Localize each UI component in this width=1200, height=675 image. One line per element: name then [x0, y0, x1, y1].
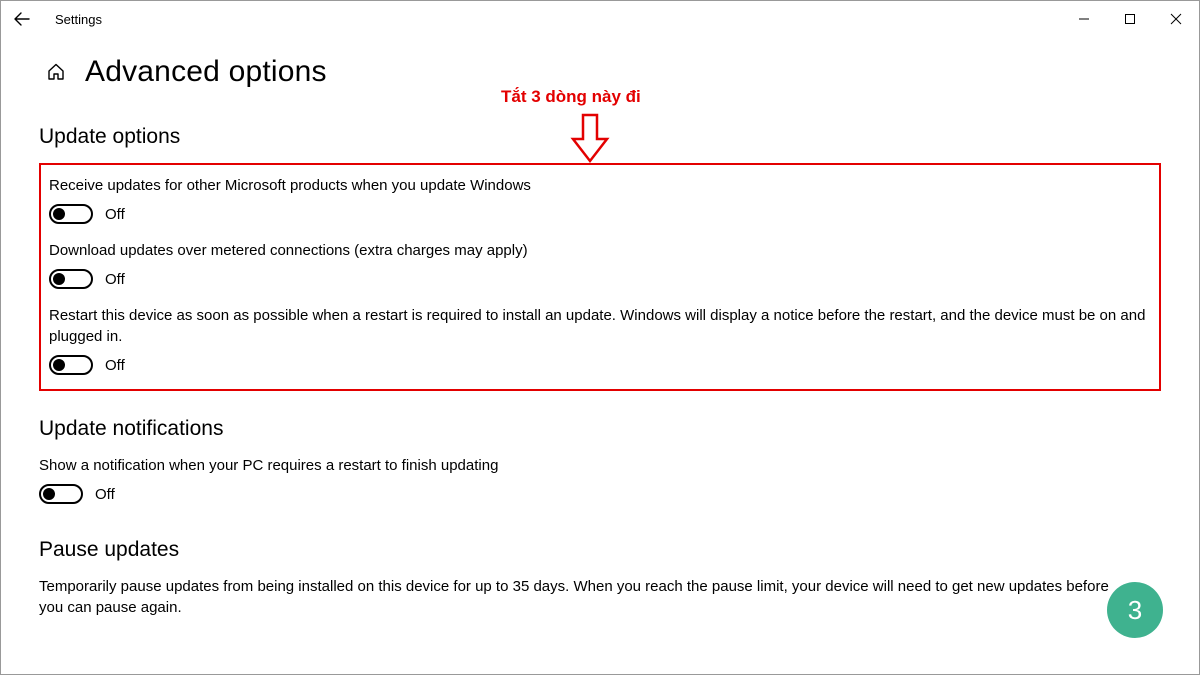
toggle-receive-updates[interactable]	[49, 204, 93, 224]
option-label: Receive updates for other Microsoft prod…	[49, 175, 1151, 196]
option-show-notification: Show a notification when your PC require…	[39, 455, 1161, 504]
page-title: Advanced options	[85, 55, 327, 89]
toggle-knob	[43, 488, 55, 500]
maximize-icon	[1124, 13, 1136, 25]
home-icon	[46, 62, 66, 82]
pause-updates-description: Temporarily pause updates from being ins…	[39, 576, 1129, 618]
option-restart-device: Restart this device as soon as possible …	[49, 305, 1151, 375]
content-area: Update options Receive updates for other…	[1, 125, 1199, 618]
annotation-arrow	[569, 113, 611, 170]
minimize-icon	[1078, 13, 1090, 25]
titlebar-left: Settings	[13, 10, 102, 28]
option-metered-connections: Download updates over metered connection…	[49, 240, 1151, 289]
toggle-knob	[53, 208, 65, 220]
window-title: Settings	[55, 12, 102, 27]
back-button[interactable]	[13, 10, 31, 28]
toggle-row: Off	[39, 484, 1161, 504]
option-label: Restart this device as soon as possible …	[49, 305, 1151, 347]
option-receive-updates: Receive updates for other Microsoft prod…	[49, 175, 1151, 224]
option-label: Download updates over metered connection…	[49, 240, 1151, 261]
option-label: Show a notification when your PC require…	[39, 455, 1161, 476]
toggle-state-label: Off	[105, 271, 125, 288]
toggle-restart-device[interactable]	[49, 355, 93, 375]
step-badge: 3	[1107, 582, 1163, 638]
close-icon	[1170, 13, 1182, 25]
toggle-row: Off	[49, 355, 1151, 375]
toggle-row: Off	[49, 269, 1151, 289]
toggle-show-notification[interactable]	[39, 484, 83, 504]
close-button[interactable]	[1153, 3, 1199, 35]
arrow-down-icon	[569, 113, 611, 165]
minimize-button[interactable]	[1061, 3, 1107, 35]
toggle-knob	[53, 359, 65, 371]
back-arrow-icon	[13, 10, 31, 28]
home-button[interactable]	[45, 61, 67, 83]
window-controls	[1061, 3, 1199, 35]
titlebar: Settings	[1, 1, 1199, 37]
section-heading-update-notifications: Update notifications	[39, 417, 1161, 441]
toggle-metered-connections[interactable]	[49, 269, 93, 289]
step-number: 3	[1128, 595, 1142, 626]
toggle-row: Off	[49, 204, 1151, 224]
section-heading-pause-updates: Pause updates	[39, 538, 1161, 562]
annotation-label: Tắt 3 dòng này đi	[501, 87, 641, 107]
toggle-knob	[53, 273, 65, 285]
toggle-state-label: Off	[105, 206, 125, 223]
toggle-state-label: Off	[105, 357, 125, 374]
maximize-button[interactable]	[1107, 3, 1153, 35]
annotation-highlight-box: Receive updates for other Microsoft prod…	[39, 163, 1161, 391]
toggle-state-label: Off	[95, 486, 115, 503]
